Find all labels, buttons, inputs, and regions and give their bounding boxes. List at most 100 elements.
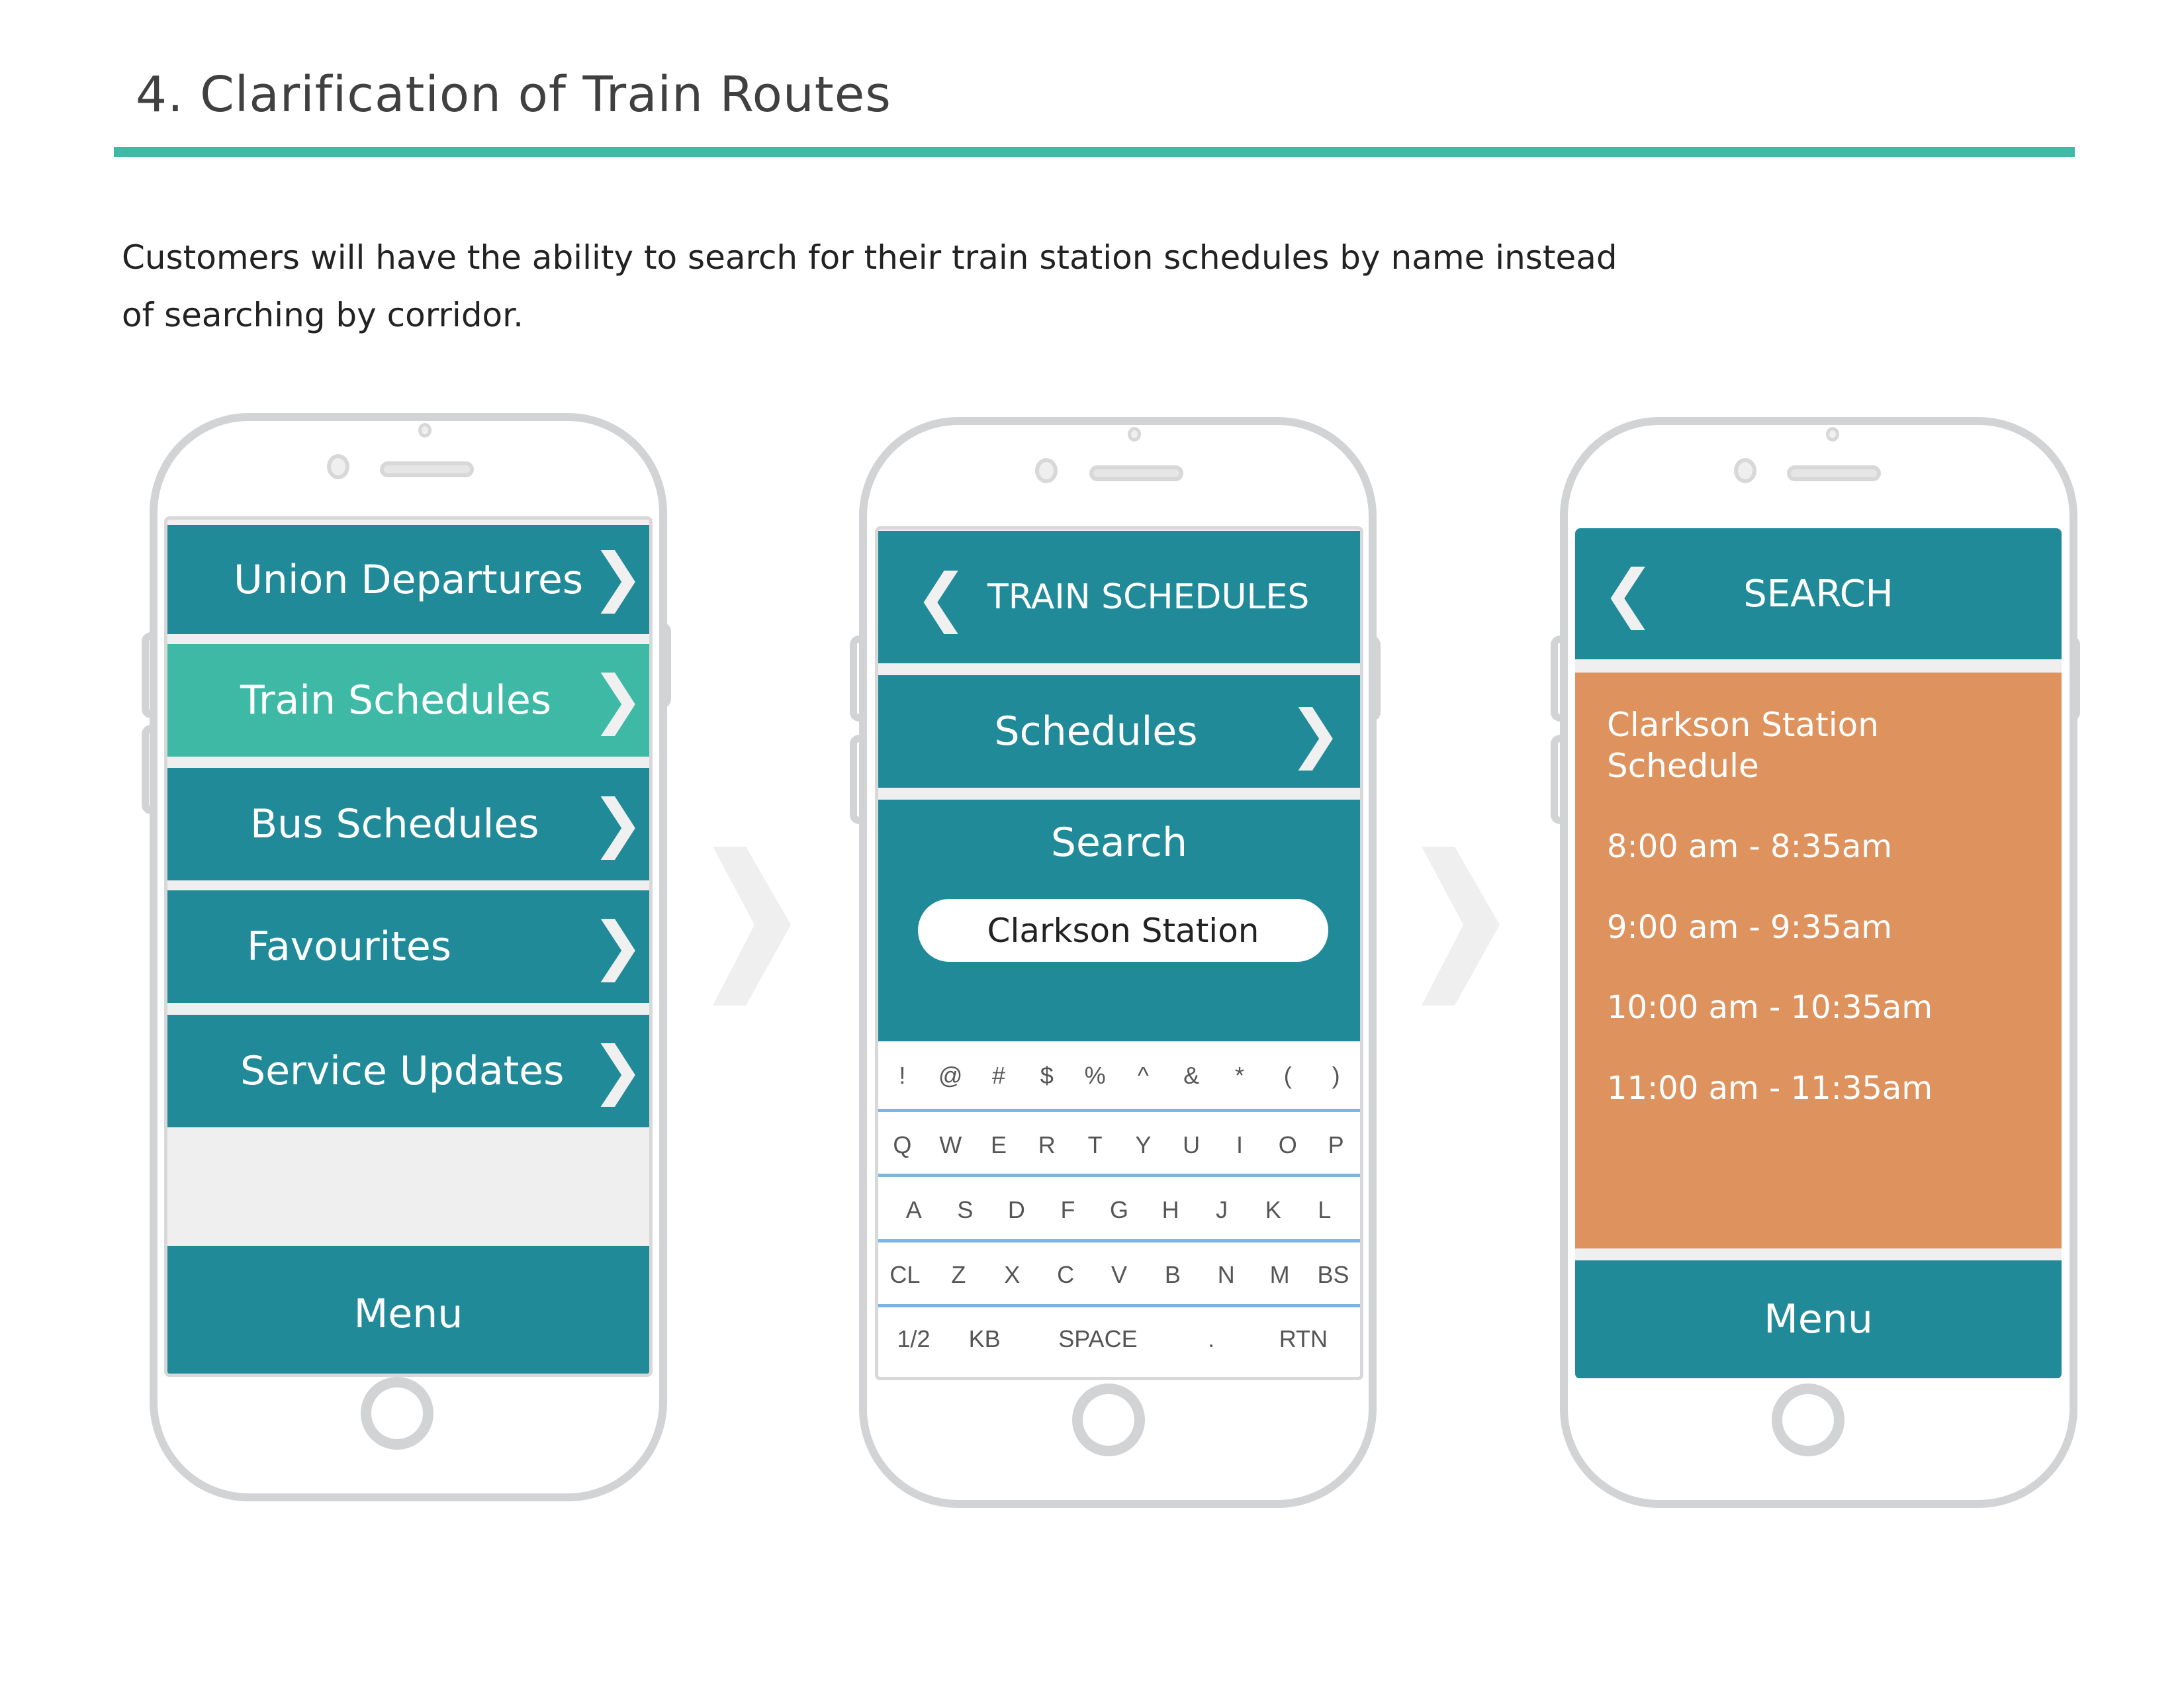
phone-side-button bbox=[850, 735, 859, 824]
keyboard-key[interactable]: F bbox=[1042, 1196, 1094, 1224]
keyboard-key[interactable]: * bbox=[1216, 1062, 1264, 1090]
keyboard-key[interactable]: V bbox=[1093, 1261, 1146, 1289]
keyboard-key[interactable]: Q bbox=[878, 1131, 927, 1159]
menu-item-label: Favourites bbox=[247, 923, 452, 970]
page-title: 4. Clarification of Train Routes bbox=[136, 66, 891, 123]
keyboard-key[interactable]: # bbox=[975, 1062, 1023, 1090]
keyboard-key[interactable]: Z bbox=[932, 1261, 985, 1289]
keyboard-key[interactable]: X bbox=[985, 1261, 1039, 1289]
result-title-line-2: Schedule bbox=[1607, 747, 1759, 785]
screen-main-menu: Union Departures ❯ Train Schedules ❯ Bus… bbox=[164, 516, 653, 1377]
description-line-2: of searching by corridor. bbox=[122, 296, 524, 334]
schedules-label: Schedules bbox=[994, 708, 1198, 755]
keyboard-key[interactable]: M bbox=[1253, 1261, 1306, 1289]
keyboard-key[interactable]: BS bbox=[1306, 1261, 1360, 1289]
home-button[interactable] bbox=[1072, 1383, 1145, 1456]
chevron-left-icon[interactable]: ❮ bbox=[915, 565, 968, 629]
schedules-button[interactable]: Schedules ❯ bbox=[878, 675, 1360, 788]
keyboard-row-qwerty: QWERTYUIOP bbox=[878, 1115, 1360, 1175]
phone-camera bbox=[327, 454, 349, 479]
header-title: TRAIN SCHEDULES bbox=[987, 577, 1310, 617]
menu-item-label: Train Schedules bbox=[240, 677, 552, 724]
menu-item-service-updates[interactable]: Service Updates ❯ bbox=[167, 1015, 649, 1127]
keyboard-key[interactable]: CL bbox=[878, 1261, 932, 1289]
keyboard-key[interactable]: SPACE bbox=[1020, 1325, 1176, 1353]
screen-search-results: ❮ SEARCH Clarkson Station Schedule 8:00 … bbox=[1575, 528, 2062, 1379]
on-screen-keyboard: ! @ # $% ^ & *() QWERTYUIOP ASDFGHJKL CL Z X C V B N… bbox=[878, 1043, 1360, 1377]
home-button[interactable] bbox=[1772, 1383, 1844, 1456]
menu-item-label: Bus Schedules bbox=[250, 801, 539, 847]
keyboard-key[interactable]: T bbox=[1071, 1131, 1119, 1159]
keyboard-key[interactable]: RTN bbox=[1247, 1325, 1360, 1353]
menu-footer-button[interactable]: Menu bbox=[1575, 1260, 2062, 1378]
phone-side-button bbox=[1551, 735, 1560, 824]
phone-side-button bbox=[850, 635, 859, 722]
result-title-line-1: Clarkson Station bbox=[1607, 706, 1879, 744]
schedule-result-panel: Clarkson Station Schedule 8:00 am - 8:35… bbox=[1575, 673, 2062, 1248]
phone-side-button bbox=[1551, 635, 1560, 722]
keyboard-key[interactable]: @ bbox=[927, 1062, 975, 1090]
keyboard-key[interactable]: O bbox=[1263, 1131, 1312, 1159]
keyboard-row-zxcv: CL Z X C V B N M BS bbox=[878, 1243, 1360, 1306]
chevron-right-icon: ❯ bbox=[591, 539, 645, 614]
station-search-input[interactable]: Clarkson Station bbox=[918, 899, 1328, 962]
keyboard-key[interactable]: W bbox=[927, 1131, 975, 1159]
keyboard-key[interactable]: B bbox=[1146, 1261, 1199, 1289]
menu-item-bus-schedules[interactable]: Bus Schedules ❯ bbox=[167, 768, 649, 880]
phone-camera bbox=[1035, 458, 1058, 483]
keyboard-key[interactable]: ) bbox=[1312, 1062, 1360, 1090]
keyboard-key[interactable]: G bbox=[1093, 1196, 1145, 1224]
keyboard-key[interactable]: S bbox=[940, 1196, 991, 1224]
menu-item-label: Service Updates bbox=[240, 1048, 565, 1094]
keyboard-key[interactable]: K bbox=[1248, 1196, 1299, 1224]
keyboard-key[interactable]: H bbox=[1145, 1196, 1197, 1224]
keyboard-key[interactable]: $ bbox=[1023, 1062, 1071, 1090]
keyboard-key[interactable]: 1/2 bbox=[878, 1325, 949, 1353]
chevron-right-icon: ❯ bbox=[591, 908, 645, 982]
home-button[interactable] bbox=[361, 1377, 433, 1450]
phone-speaker bbox=[380, 461, 474, 477]
menu-item-favourites[interactable]: Favourites ❯ bbox=[167, 890, 649, 1003]
flow-arrow-icon bbox=[713, 847, 791, 1006]
flow-arrow-icon bbox=[1422, 847, 1500, 1006]
keyboard-key[interactable]: % bbox=[1071, 1062, 1119, 1090]
keyboard-key[interactable]: A bbox=[888, 1196, 940, 1224]
keyboard-key[interactable]: J bbox=[1196, 1196, 1248, 1224]
keyboard-key[interactable]: E bbox=[975, 1131, 1023, 1159]
menu-item-union-departures[interactable]: Union Departures ❯ bbox=[167, 525, 649, 634]
header-bar: ❮ TRAIN SCHEDULES bbox=[878, 531, 1360, 663]
keyboard-key[interactable]: ( bbox=[1263, 1062, 1312, 1090]
keyboard-key[interactable]: ^ bbox=[1119, 1062, 1167, 1090]
menu-item-label: Union Departures bbox=[234, 556, 584, 603]
phone-sensor bbox=[418, 423, 432, 438]
search-label: Search bbox=[1050, 820, 1188, 866]
schedule-time: 10:00 am - 10:35am bbox=[1607, 989, 1933, 1026]
menu-footer-label: Menu bbox=[1764, 1296, 1873, 1342]
keyboard-key[interactable]: & bbox=[1167, 1062, 1216, 1090]
keyboard-key[interactable]: Y bbox=[1119, 1131, 1167, 1159]
keyboard-key[interactable]: KB bbox=[949, 1325, 1020, 1353]
keyboard-key[interactable]: L bbox=[1299, 1196, 1351, 1224]
chevron-right-icon: ❯ bbox=[591, 1033, 645, 1107]
keyboard-key[interactable]: U bbox=[1167, 1131, 1216, 1159]
description-line-1: Customers will have the ability to searc… bbox=[122, 238, 1617, 277]
schedule-time: 11:00 am - 11:35am bbox=[1607, 1070, 1933, 1107]
keyboard-key[interactable]: D bbox=[991, 1196, 1042, 1224]
title-divider bbox=[114, 147, 2075, 157]
keyboard-row-bottom: 1/2 KB SPACE. RTN bbox=[878, 1307, 1360, 1370]
keyboard-key[interactable]: N bbox=[1199, 1261, 1253, 1289]
phone-sensor bbox=[1128, 427, 1141, 442]
keyboard-key[interactable]: C bbox=[1039, 1261, 1093, 1289]
phone-speaker bbox=[1787, 465, 1881, 481]
keyboard-key[interactable]: . bbox=[1176, 1325, 1247, 1353]
keyboard-key[interactable]: R bbox=[1023, 1131, 1071, 1159]
keyboard-key[interactable]: ! bbox=[878, 1062, 927, 1090]
menu-footer-button[interactable]: Menu bbox=[167, 1246, 649, 1374]
search-panel: Search Clarkson Station bbox=[878, 800, 1360, 1041]
phone-sensor bbox=[1826, 427, 1839, 442]
menu-item-train-schedules[interactable]: Train Schedules ❯ bbox=[167, 644, 649, 757]
keyboard-row-symbols: ! @ # $% ^ & *() bbox=[878, 1049, 1360, 1102]
schedule-time: 8:00 am - 8:35am bbox=[1607, 828, 1893, 865]
keyboard-key[interactable]: P bbox=[1312, 1131, 1360, 1159]
keyboard-key[interactable]: I bbox=[1216, 1131, 1264, 1159]
